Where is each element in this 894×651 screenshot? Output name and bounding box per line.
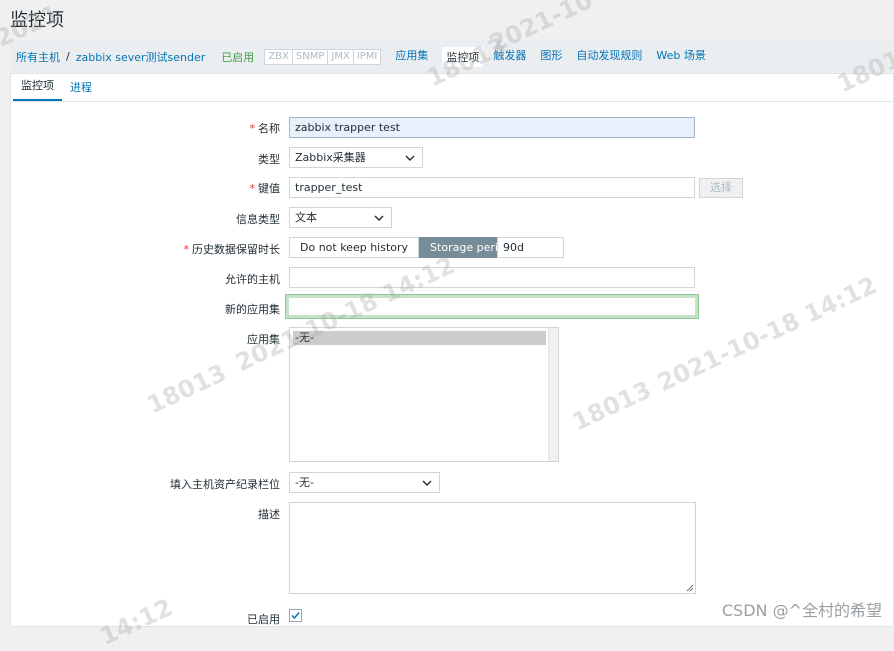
nav-discovery-rules[interactable]: 自动发现规则: [576, 47, 642, 67]
nav-items[interactable]: 监控项: [442, 46, 484, 67]
history-dont-keep-option[interactable]: Do not keep history: [289, 237, 420, 258]
history-period-input[interactable]: 90d: [497, 237, 564, 258]
protocol-availability: ZBX SNMP JMX IPMI: [264, 48, 382, 65]
description-textarea[interactable]: [289, 502, 696, 594]
key-select-button[interactable]: 选择: [699, 178, 743, 198]
key-input[interactable]: trapper_test: [289, 177, 695, 198]
protocol-snmp: SNMP: [292, 49, 329, 64]
nav-triggers[interactable]: 触发器: [493, 47, 526, 67]
form-tabs: 监控项 进程: [11, 74, 893, 102]
left-edge: [0, 0, 10, 627]
inventory-field-select[interactable]: -无-: [289, 472, 440, 493]
history-label: * 历史数据保留时长: [183, 243, 281, 256]
page-title: 监控项: [10, 10, 64, 31]
chevron-down-icon: [374, 215, 384, 221]
protocol-jmx: JMX: [328, 49, 354, 64]
applications-listbox[interactable]: -无-: [289, 327, 559, 462]
inventory-field-label: 填入主机资产纪录栏位: [170, 478, 280, 491]
info-type-select[interactable]: 文本: [289, 207, 392, 228]
description-label: 描述: [258, 508, 280, 521]
protocol-zbx: ZBX: [265, 49, 293, 64]
key-label: * 键值: [249, 182, 281, 195]
allowed-hosts-input[interactable]: [289, 267, 695, 288]
applications-option-none[interactable]: -无-: [293, 331, 546, 345]
breadcrumb-all-hosts[interactable]: 所有主机: [16, 49, 60, 65]
checkmark-icon: [291, 612, 300, 620]
allowed-hosts-label: 允许的主机: [225, 273, 280, 286]
protocol-ipmi: IPMI: [353, 49, 381, 64]
enabled-checkbox[interactable]: [289, 609, 302, 622]
history-mode-toggle: Do not keep history Storage period: [289, 237, 523, 258]
type-label: 类型: [258, 153, 280, 166]
tab-process[interactable]: 进程: [62, 79, 100, 101]
host-nav-links: 应用集 监控项 触发器 图形 自动发现规则 Web 场景: [395, 46, 719, 67]
chevron-down-icon: [405, 155, 415, 161]
new-application-label: 新的应用集: [225, 303, 280, 316]
type-select[interactable]: Zabbix采集器: [289, 147, 423, 168]
item-form-panel: 监控项 进程 * 名称 zabbix trapper test 类型 Zabbix…: [10, 74, 894, 627]
nav-applications[interactable]: 应用集: [395, 47, 428, 67]
host-status-enabled[interactable]: 已启用: [221, 49, 254, 65]
breadcrumb-host[interactable]: zabbix sever测试sender: [76, 49, 206, 65]
name-label: * 名称: [249, 122, 281, 135]
breadcrumb-separator: /: [66, 50, 70, 63]
csdn-credit: CSDN @^全村的希望: [721, 601, 882, 620]
chevron-down-icon: [422, 480, 432, 486]
enabled-label: 已启用: [247, 613, 280, 626]
info-type-label: 信息类型: [236, 213, 280, 226]
new-application-input[interactable]: [285, 294, 699, 319]
applications-scrollbar[interactable]: [548, 328, 558, 461]
nav-graphs[interactable]: 图形: [540, 47, 562, 67]
name-input[interactable]: zabbix trapper test: [289, 117, 695, 138]
applications-label: 应用集: [247, 333, 280, 346]
tab-item[interactable]: 监控项: [13, 77, 62, 101]
nav-web-scenarios[interactable]: Web 场景: [656, 47, 705, 67]
resize-grip-icon[interactable]: [686, 584, 694, 592]
host-nav-bar: 所有主机 / zabbix sever测试sender 已启用 ZBX SNMP…: [10, 40, 894, 74]
